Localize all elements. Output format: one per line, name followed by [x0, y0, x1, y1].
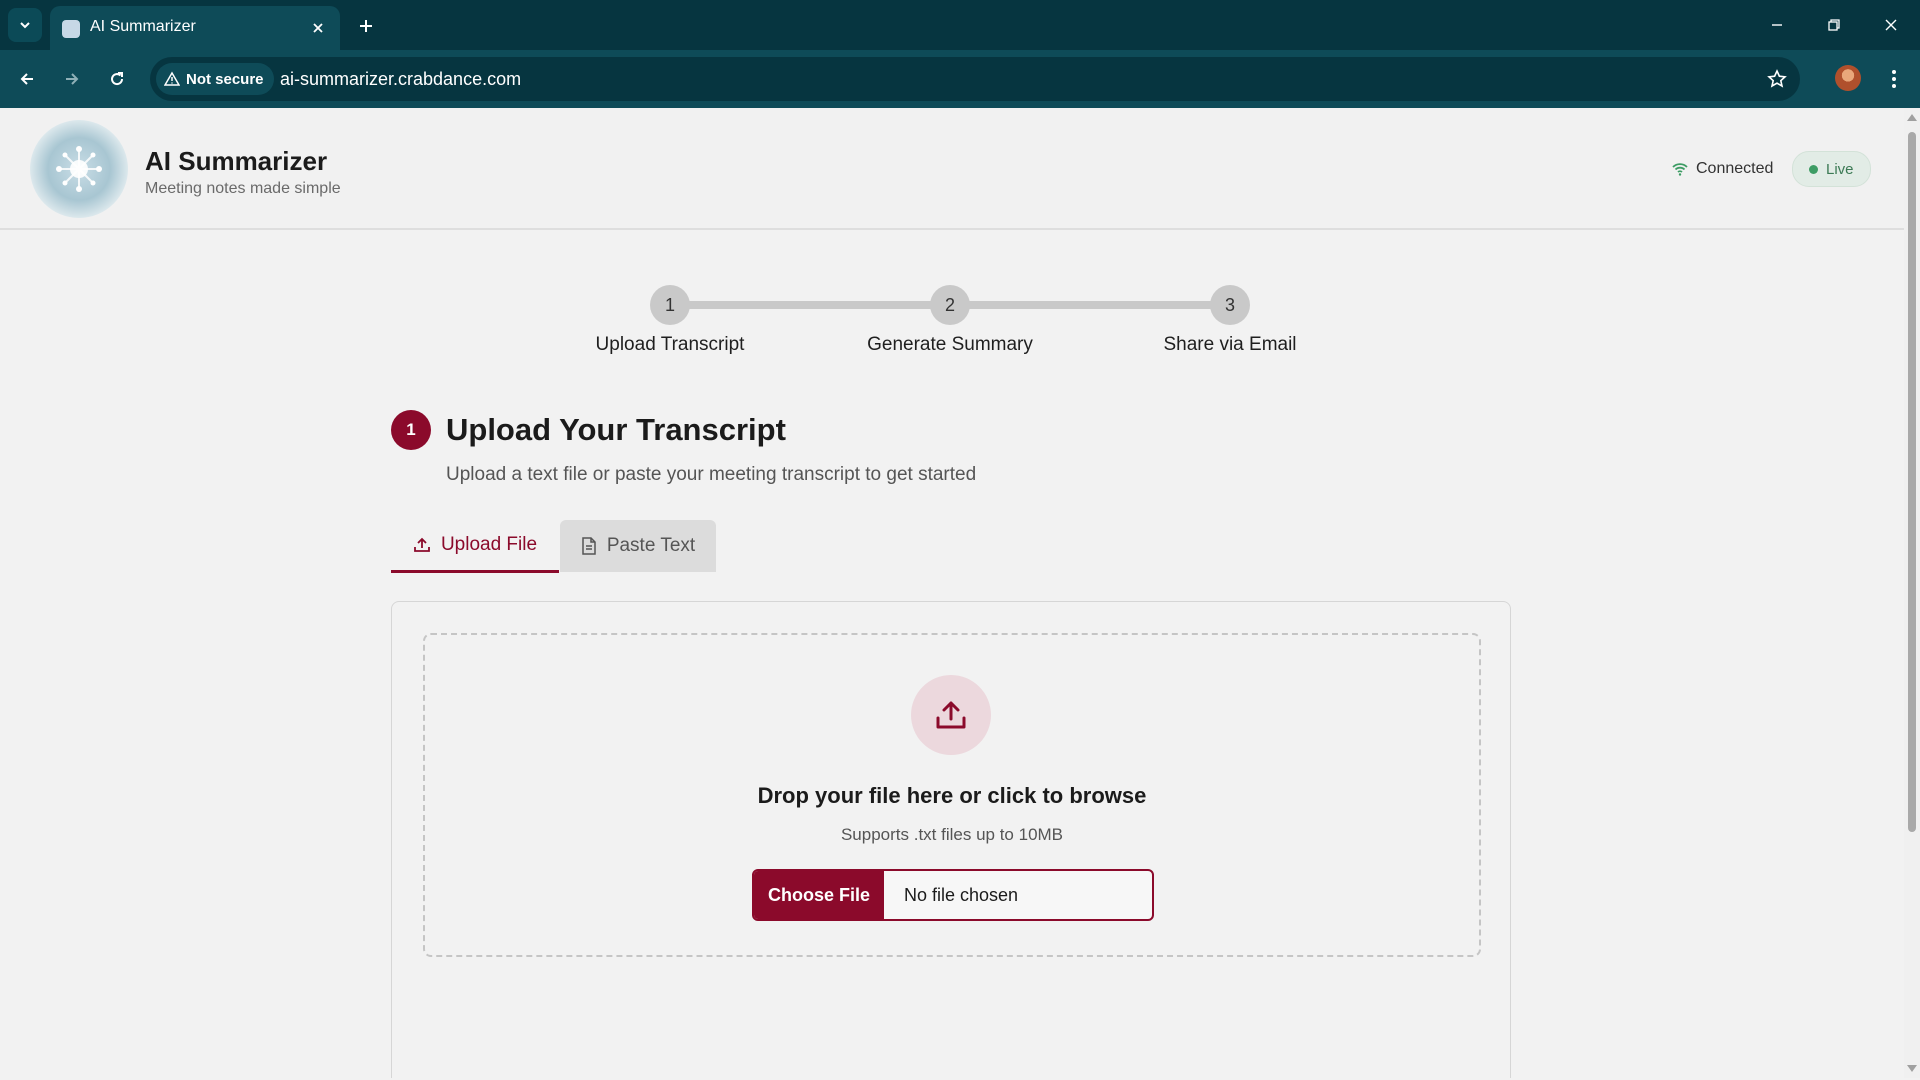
tab-search-button[interactable] [8, 8, 42, 42]
security-label: Not secure [186, 70, 264, 88]
arrow-left-icon [20, 73, 33, 85]
app-subtitle: Meeting notes made simple [145, 180, 341, 197]
section-title: Upload Your Transcript [446, 412, 786, 447]
chevron-down-icon [20, 22, 30, 29]
reload-icon [111, 72, 124, 86]
step-3-label: Share via Email [1163, 334, 1297, 355]
address-bar[interactable]: Not secure ai-summarizer.crabdance.com [150, 57, 1800, 101]
file-input[interactable]: Choose File No file chosen [752, 869, 1154, 921]
tab-upload-file[interactable]: Upload File [391, 520, 559, 573]
step-1-circle: 1 [650, 285, 690, 325]
connection-status: Connected [1672, 160, 1773, 178]
url-text: ai-summarizer.crabdance.com [280, 69, 522, 89]
section-number-badge: 1 [391, 410, 431, 450]
step-1-label: Upload Transcript [595, 334, 745, 355]
browser-toolbar: Not secure ai-summarizer.crabdance.com [0, 50, 1920, 108]
warning-icon [164, 71, 180, 86]
forward-button[interactable] [57, 64, 87, 94]
step-2-label: Generate Summary [867, 334, 1033, 355]
scroll-up-arrow-icon[interactable] [1907, 114, 1917, 121]
star-icon [1767, 69, 1787, 88]
new-tab-button[interactable] [352, 12, 380, 40]
app-logo [30, 120, 128, 218]
browser-tab[interactable]: AI Summarizer [50, 6, 340, 50]
arrow-right-icon [66, 73, 79, 85]
minimize-button[interactable] [1763, 12, 1791, 38]
restore-icon [1828, 19, 1840, 31]
tab-paste-text-label: Paste Text [606, 535, 696, 556]
file-dropzone[interactable]: Drop your file here or click to browse S… [423, 633, 1481, 957]
tab-upload-file-label: Upload File [440, 534, 538, 555]
ai-network-icon [56, 146, 102, 192]
live-dot-icon [1809, 164, 1818, 174]
document-icon [582, 537, 596, 555]
page: AI Summarizer Meeting notes made simple … [0, 108, 1904, 1078]
choose-file-button[interactable]: Choose File [754, 871, 884, 919]
upload-card: Drop your file here or click to browse S… [391, 601, 1511, 1078]
step-3-circle: 3 [1210, 285, 1250, 325]
upload-circle [911, 675, 991, 755]
upload-icon [414, 537, 430, 552]
live-badge-label: Live [1826, 160, 1854, 178]
scroll-down-arrow-icon[interactable] [1907, 1065, 1917, 1072]
file-status-text: No file chosen [904, 884, 1019, 905]
browser-menu-button[interactable] [1880, 64, 1908, 94]
connection-status-label: Connected [1696, 160, 1774, 177]
tab-paste-text[interactable]: Paste Text [560, 520, 716, 572]
app-header: AI Summarizer Meeting notes made simple … [0, 108, 1904, 230]
plus-icon [360, 20, 372, 32]
step-connector [950, 301, 1230, 309]
restore-button[interactable] [1820, 12, 1848, 38]
tab-title: AI Summarizer [90, 18, 196, 35]
scroll-thumb[interactable] [1908, 132, 1916, 832]
tab-close-button[interactable] [306, 16, 330, 40]
minimize-icon [1772, 24, 1782, 26]
close-window-button[interactable] [1877, 12, 1905, 38]
back-button[interactable] [12, 64, 42, 94]
progress-stepper: 1 2 3 Upload Transcript Generate Summary… [560, 276, 1360, 376]
bookmark-button[interactable] [1764, 66, 1790, 92]
browser-tab-bar: AI Summarizer [0, 0, 1920, 50]
close-icon [1885, 19, 1897, 31]
more-vertical-icon [1892, 70, 1896, 88]
profile-avatar[interactable] [1835, 65, 1861, 91]
reload-button[interactable] [102, 64, 132, 94]
security-chip[interactable]: Not secure [156, 63, 274, 95]
page-scrollbar[interactable] [1904, 108, 1920, 1078]
close-icon [313, 23, 323, 33]
live-badge: Live [1792, 151, 1871, 187]
dropzone-title: Drop your file here or click to browse [757, 783, 1147, 808]
section-description: Upload a text file or paste your meeting… [446, 464, 977, 485]
dropzone-subtitle: Supports .txt files up to 10MB [840, 825, 1064, 844]
app-title: AI Summarizer [145, 146, 328, 176]
step-connector [670, 301, 950, 309]
favicon-icon [62, 20, 80, 38]
upload-icon [936, 701, 966, 729]
step-2-circle: 2 [930, 285, 970, 325]
wifi-icon [1672, 163, 1688, 176]
